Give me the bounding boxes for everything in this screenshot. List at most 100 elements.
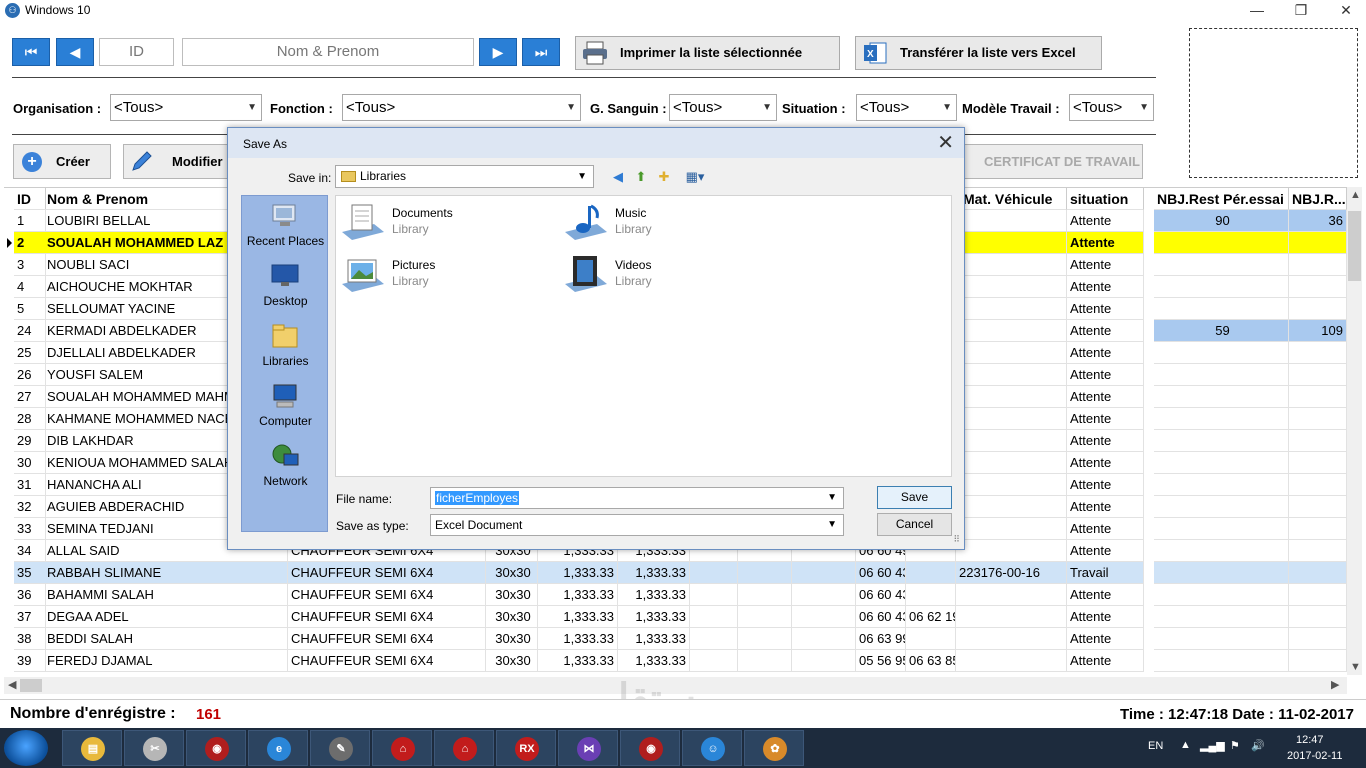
table-row[interactable]: 37 DEGAA ADEL CHAUFFEUR SEMI 6X4 30x30 1,333… (4, 606, 1347, 628)
cell-b[interactable]: 1,333.33 (618, 584, 690, 606)
cell-name[interactable]: RABBAH SLIMANE (44, 562, 288, 584)
cell-sit[interactable]: Travail (1067, 562, 1144, 584)
cell-mat[interactable] (956, 496, 1067, 518)
cell-sit[interactable]: Attente (1067, 518, 1144, 540)
cell-sit[interactable]: Attente (1067, 452, 1144, 474)
taskbar-visual-studio[interactable]: ⋈ (558, 730, 618, 766)
certificate-button[interactable]: CERTIFICAT DE TRAVAIL (960, 144, 1143, 179)
cell-n2[interactable] (1289, 364, 1347, 386)
cell-n2[interactable] (1289, 254, 1347, 276)
modify-button[interactable]: Modifier (123, 144, 243, 179)
col-id-header[interactable]: ID (14, 188, 46, 210)
cell-mat[interactable] (956, 408, 1067, 430)
cell-n2[interactable] (1289, 408, 1347, 430)
col-nbjr-header[interactable]: NBJ.R... (1289, 188, 1347, 210)
cell-n1[interactable] (1154, 430, 1289, 452)
library-music[interactable]: Music Library (563, 200, 773, 248)
flag-icon[interactable]: ⚑ (1230, 739, 1240, 752)
cell-tel1[interactable]: 06 60 43 (856, 606, 906, 628)
filter-situation-select[interactable]: <Tous> ▼ (856, 94, 957, 121)
cell-mat[interactable] (956, 342, 1067, 364)
cell-mat[interactable] (956, 430, 1067, 452)
cell-mat[interactable] (956, 474, 1067, 496)
cell-tel2[interactable] (906, 628, 956, 650)
place-recent[interactable]: Recent Places (242, 200, 329, 258)
scroll-right-icon[interactable]: ▶ (1331, 678, 1339, 691)
cell-mat[interactable] (956, 628, 1067, 650)
table-row[interactable]: 36 BAHAMMI SALAH CHAUFFEUR SEMI 6X4 30x30 1,… (4, 584, 1347, 606)
cell-fn[interactable]: CHAUFFEUR SEMI 6X4 (288, 562, 486, 584)
table-row[interactable]: 39 FEREDJ DJAMAL CHAUFFEUR SEMI 6X4 30x30 1,… (4, 650, 1347, 672)
tray-expand-icon[interactable]: ▲ (1180, 739, 1191, 751)
taskbar-snipping[interactable]: ✂ (124, 730, 184, 766)
cell-id[interactable]: 39 (14, 650, 46, 672)
cell-a[interactable]: 1,333.33 (538, 650, 618, 672)
cell-x3[interactable] (792, 606, 856, 628)
cell-x3[interactable] (792, 584, 856, 606)
col-situation-header[interactable]: situation (1067, 188, 1144, 210)
cell-n1[interactable] (1154, 232, 1289, 254)
cell-id[interactable]: 26 (14, 364, 46, 386)
cell-id[interactable]: 38 (14, 628, 46, 650)
scroll-down-icon[interactable]: ▼ (1350, 661, 1361, 673)
taskbar-explorer[interactable]: ▤ (62, 730, 122, 766)
scroll-thumb[interactable] (1348, 211, 1361, 281)
cell-mat[interactable] (956, 298, 1067, 320)
cell-tel1[interactable]: 06 63 99 (856, 628, 906, 650)
cell-a[interactable]: 1,333.33 (538, 584, 618, 606)
cell-mat[interactable] (956, 254, 1067, 276)
cell-n2[interactable]: 36 (1289, 210, 1347, 232)
cell-mat[interactable] (956, 320, 1067, 342)
previous-record-button[interactable]: ◀ (56, 38, 94, 66)
cell-size[interactable]: 30x30 (486, 606, 538, 628)
cell-id[interactable]: 36 (14, 584, 46, 606)
id-field[interactable]: ID (99, 38, 174, 66)
taskbar-bank-2[interactable]: ⌂ (434, 730, 494, 766)
minimize-button[interactable]: — (1234, 0, 1280, 22)
first-record-button[interactable]: ⏮ (12, 38, 50, 66)
save-button[interactable]: Save (877, 486, 952, 509)
cell-id[interactable]: 25 (14, 342, 46, 364)
library-documents[interactable]: Documents Library (340, 200, 550, 248)
cell-id[interactable]: 28 (14, 408, 46, 430)
cell-n1[interactable] (1154, 298, 1289, 320)
cell-sit[interactable]: Attente (1067, 298, 1144, 320)
cell-tel1[interactable]: 06 60 43 (856, 584, 906, 606)
cell-n2[interactable] (1289, 518, 1347, 540)
taskbar-tools[interactable]: ✎ (310, 730, 370, 766)
place-desktop[interactable]: Desktop (242, 260, 329, 318)
name-field[interactable]: Nom & Prenom (182, 38, 474, 66)
cell-id[interactable]: 32 (14, 496, 46, 518)
cell-n1[interactable]: 90 (1154, 210, 1289, 232)
create-button[interactable]: + Créer (13, 144, 111, 179)
cell-mat[interactable] (956, 232, 1067, 254)
cell-mat[interactable] (956, 364, 1067, 386)
cell-n2[interactable] (1289, 342, 1347, 364)
cell-x3[interactable] (792, 628, 856, 650)
cell-sit[interactable]: Attente (1067, 496, 1144, 518)
close-button[interactable]: ✕ (1323, 0, 1366, 22)
filename-input[interactable]: ficherEmployes ▼ (430, 487, 844, 509)
start-button[interactable] (4, 730, 48, 766)
cell-fn[interactable]: CHAUFFEUR SEMI 6X4 (288, 650, 486, 672)
cell-x1[interactable] (690, 606, 738, 628)
cell-mat[interactable] (956, 386, 1067, 408)
cell-sit[interactable]: Attente (1067, 342, 1144, 364)
cell-x2[interactable] (738, 650, 792, 672)
cell-fn[interactable]: CHAUFFEUR SEMI 6X4 (288, 606, 486, 628)
cell-sit[interactable]: Attente (1067, 584, 1144, 606)
cell-tel1[interactable]: 05 56 95 (856, 650, 906, 672)
cell-id[interactable]: 30 (14, 452, 46, 474)
cell-sit[interactable]: Attente (1067, 386, 1144, 408)
filter-sanguin-select[interactable]: <Tous> ▼ (669, 94, 777, 121)
cell-x2[interactable] (738, 628, 792, 650)
back-icon[interactable]: ◀ (609, 168, 627, 186)
cell-sit[interactable]: Attente (1067, 320, 1144, 342)
taskbar-ie[interactable]: e (248, 730, 308, 766)
cell-x1[interactable] (690, 650, 738, 672)
cell-id[interactable]: 29 (14, 430, 46, 452)
save-in-select[interactable]: Libraries ▼ (335, 165, 594, 188)
scroll-up-icon[interactable]: ▲ (1350, 189, 1361, 201)
cell-size[interactable]: 30x30 (486, 562, 538, 584)
cell-n2[interactable] (1289, 650, 1347, 672)
